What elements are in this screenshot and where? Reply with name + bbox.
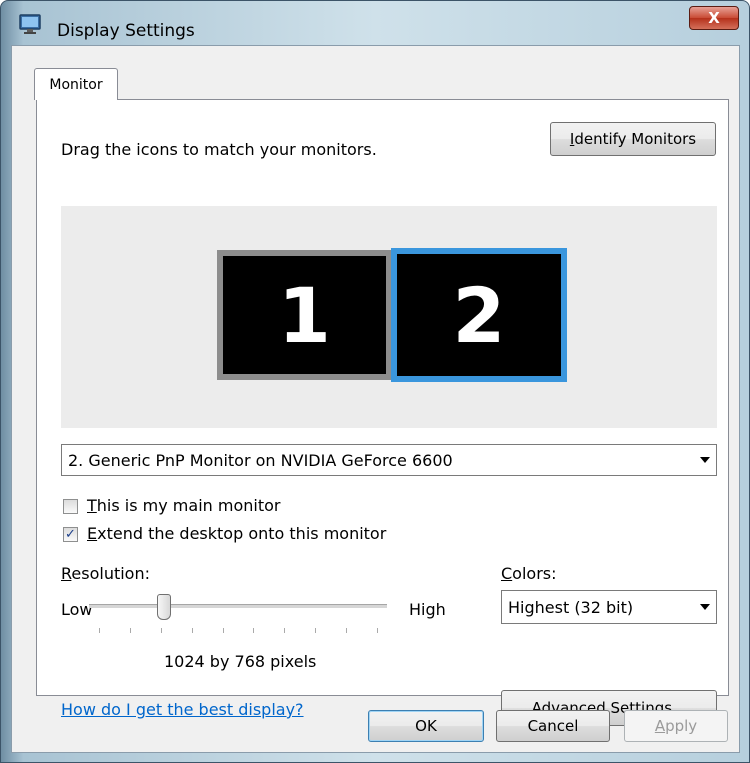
resolution-label-rest: esolution: — [71, 564, 150, 583]
best-display-help-link[interactable]: How do I get the best display? — [61, 700, 304, 719]
cancel-label: Cancel — [527, 717, 579, 735]
title-bar[interactable]: Display Settings X — [1, 1, 749, 45]
tab-monitor-label: Monitor — [49, 76, 103, 93]
resolution-high-label: High — [409, 600, 446, 619]
resolution-hotkey: R — [61, 564, 72, 583]
colors-label-rest: olors: — [512, 564, 557, 583]
chevron-down-icon — [700, 457, 710, 463]
display-settings-window: Display Settings X Monitor Drag the icon… — [0, 0, 750, 763]
colors-select-value: Highest (32 bit) — [508, 597, 634, 617]
chevron-down-icon — [700, 604, 710, 610]
resolution-low-label: Low — [61, 600, 93, 619]
ok-label: OK — [415, 717, 437, 735]
monitor-2-number: 2 — [452, 270, 506, 360]
display-settings-icon — [17, 13, 45, 35]
close-button[interactable]: X — [689, 6, 739, 30]
monitor-2-icon[interactable]: 2 — [391, 248, 567, 382]
slider-tick — [346, 628, 348, 633]
apply-hotkey: A — [654, 717, 666, 735]
monitor-arrangement-area: 1 2 — [61, 206, 717, 428]
cancel-button[interactable]: Cancel — [496, 710, 610, 742]
extend-desktop-label[interactable]: Extend the desktop onto this monitor — [87, 524, 386, 543]
window-title: Display Settings — [57, 21, 195, 41]
monitor-tab-panel: Drag the icons to match your monitors. I… — [36, 99, 729, 726]
extend-desktop-checkbox[interactable]: ✓ — [63, 527, 78, 542]
apply-label-rest: pply — [665, 717, 698, 735]
monitor-1-number: 1 — [278, 270, 331, 360]
monitor-select-value: 2. Generic PnP Monitor on NVIDIA GeForce… — [68, 450, 453, 470]
monitor-1-icon[interactable]: 1 — [217, 250, 392, 380]
slider-tick — [315, 628, 317, 633]
check-icon: ✓ — [65, 527, 76, 542]
resolution-value: 1024 by 768 pixels — [164, 652, 317, 671]
colors-hotkey: C — [501, 564, 513, 583]
slider-tick — [377, 628, 378, 633]
resolution-slider-track[interactable] — [89, 604, 387, 608]
slider-tick — [99, 628, 100, 633]
slider-tick — [129, 628, 131, 633]
main-monitor-label[interactable]: This is my main monitor — [87, 496, 280, 515]
slider-tick — [160, 628, 162, 633]
slider-tick — [253, 628, 255, 633]
main-monitor-checkbox[interactable] — [63, 499, 78, 514]
slider-tick — [284, 628, 286, 633]
main-monitor-label-rest: his is my main monitor — [96, 496, 281, 515]
dialog-client-area: Monitor Drag the icons to match your mon… — [11, 45, 740, 753]
colors-select[interactable]: Highest (32 bit) — [501, 590, 717, 624]
slider-tick — [222, 628, 224, 633]
main-monitor-hotkey: T — [87, 496, 97, 515]
close-icon: X — [708, 9, 720, 27]
apply-button[interactable]: Apply — [624, 710, 728, 742]
ok-button[interactable]: OK — [368, 710, 484, 742]
colors-label: Colors: — [501, 564, 557, 583]
slider-tick — [191, 628, 193, 633]
monitor-select[interactable]: 2. Generic PnP Monitor on NVIDIA GeForce… — [61, 444, 717, 476]
instruction-text: Drag the icons to match your monitors. — [61, 140, 377, 159]
resolution-slider-thumb[interactable] — [156, 594, 171, 620]
extend-desktop-label-rest: xtend the desktop onto this monitor — [97, 524, 387, 543]
identify-monitors-label-rest: dentify Monitors — [574, 130, 697, 148]
identify-monitors-button[interactable]: Identify Monitors — [550, 122, 716, 156]
tab-monitor[interactable]: Monitor — [34, 68, 118, 100]
extend-desktop-hotkey: E — [87, 524, 98, 543]
resolution-label: Resolution: — [61, 564, 150, 583]
